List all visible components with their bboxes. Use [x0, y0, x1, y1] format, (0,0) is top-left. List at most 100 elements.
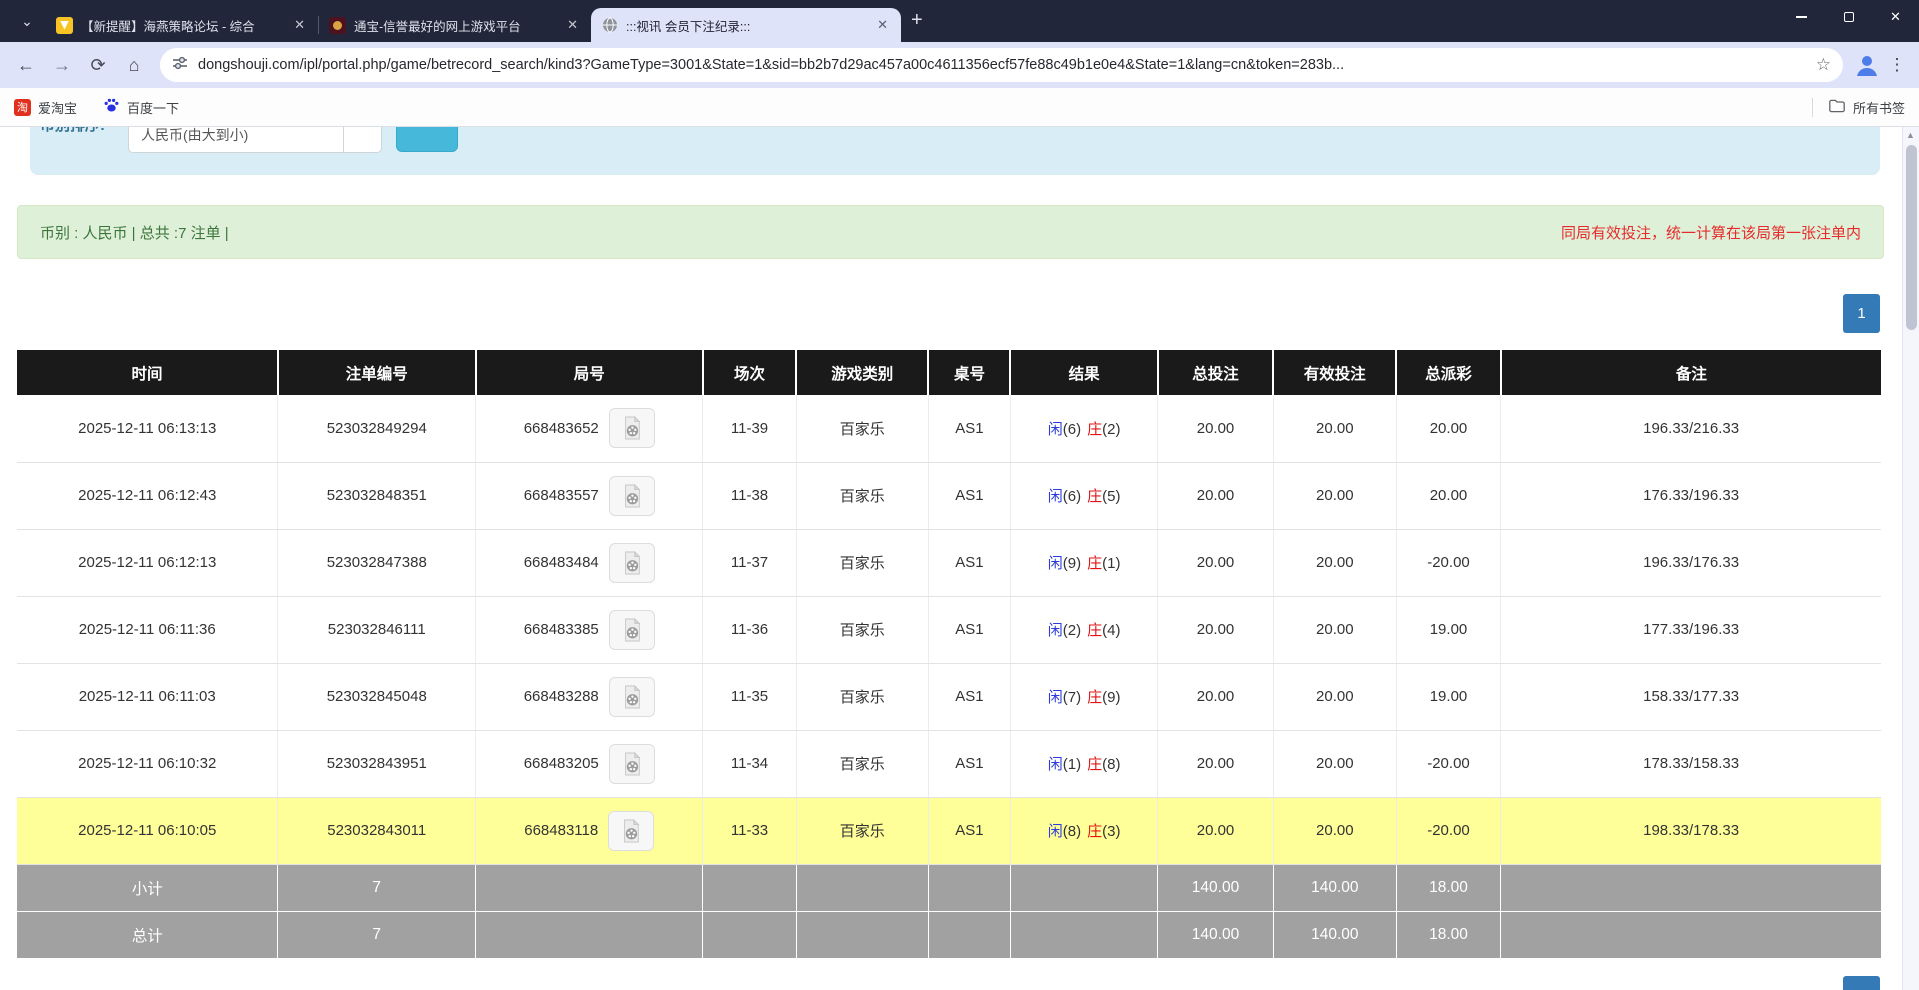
address-bar[interactable]: dongshouji.com/ipl/portal.php/game/betre… — [160, 48, 1843, 82]
banker-label: 庄 — [1087, 756, 1102, 773]
cell-note: 196.33/216.33 — [1501, 395, 1881, 462]
folder-icon — [1829, 99, 1845, 116]
cell-payout: 20.00 — [1396, 395, 1500, 462]
home-button[interactable]: ⌂ — [118, 49, 150, 81]
back-button[interactable]: ← — [10, 49, 42, 81]
table-row: 2025-12-11 06:12:43 523032848351 6684835… — [17, 462, 1881, 529]
cell-result: 闲(7)庄(9) — [1010, 663, 1157, 730]
player-score: (6) — [1063, 421, 1081, 438]
reload-button[interactable]: ⟳ — [82, 49, 114, 81]
browser-tab-3-active[interactable]: :::视讯 会员下注纪录::: ✕ — [591, 8, 901, 42]
browser-menu-icon[interactable]: ⋮ — [1885, 55, 1909, 75]
banker-score: (1) — [1102, 555, 1120, 572]
player-score: (1) — [1063, 756, 1081, 773]
bookmark-baidu[interactable]: 百度一下 — [103, 97, 179, 117]
banker-label: 庄 — [1087, 823, 1102, 840]
cell-table-no: AS1 — [928, 663, 1010, 730]
cell-result: 闲(1)庄(8) — [1010, 730, 1157, 797]
bookmark-taobao[interactable]: 淘 爱淘宝 — [14, 98, 77, 117]
player-score: (2) — [1063, 622, 1081, 639]
cell-payout: -20.00 — [1396, 730, 1500, 797]
cell-session: 11-37 — [703, 529, 796, 596]
cell-note: 178.33/158.33 — [1501, 730, 1881, 797]
browser-tab-2[interactable]: 通宝-信誉最好的网上游戏平台 ✕ — [319, 8, 591, 42]
search-button[interactable] — [396, 127, 458, 152]
cell-bet-id: 523032847388 — [278, 529, 476, 596]
video-record-button[interactable] — [609, 408, 655, 448]
cell-round: 668483385 — [476, 596, 703, 663]
cell-valid-bet: 20.00 — [1273, 529, 1396, 596]
new-tab-button[interactable]: + — [911, 9, 923, 32]
cell-table-no: AS1 — [928, 596, 1010, 663]
url-text[interactable]: dongshouji.com/ipl/portal.php/game/betre… — [198, 57, 1806, 73]
cell-note: 196.33/176.33 — [1501, 529, 1881, 596]
table-footer: 小计 7 140.00 140.00 18.00 总计 7 140.00 140… — [17, 864, 1881, 958]
table-row: 2025-12-11 06:11:03 523032845048 6684832… — [17, 663, 1881, 730]
player-label: 闲 — [1048, 689, 1063, 706]
cell-payout: -20.00 — [1396, 529, 1500, 596]
table-row: 2025-12-11 06:13:13 523032849294 6684836… — [17, 395, 1881, 462]
site-info-icon[interactable] — [172, 55, 188, 76]
video-record-button[interactable] — [609, 610, 655, 650]
all-bookmarks-label: 所有书签 — [1853, 98, 1905, 117]
cell-time: 2025-12-11 06:12:43 — [17, 462, 278, 529]
sort-select[interactable]: 人民币(由大到小) — [128, 127, 344, 153]
banker-score: (4) — [1102, 622, 1120, 639]
banker-label: 庄 — [1087, 488, 1102, 505]
cell-game-type: 百家乐 — [796, 797, 928, 864]
cell-total-bet: 20.00 — [1158, 663, 1274, 730]
profile-avatar[interactable] — [1853, 51, 1881, 79]
sort-select-arrow[interactable] — [344, 127, 382, 153]
banker-score: (9) — [1102, 689, 1120, 706]
cell-note: 198.33/178.33 — [1501, 797, 1881, 864]
video-record-button[interactable] — [609, 543, 655, 583]
summary-total-bet: 140.00 — [1158, 864, 1274, 911]
video-record-button[interactable] — [608, 811, 654, 851]
tab-close-icon[interactable]: ✕ — [291, 17, 308, 33]
column-header-3: 场次 — [703, 350, 796, 395]
banker-score: (2) — [1102, 421, 1120, 438]
summary-bar: 币别 : 人民币 | 总共 :7 注单 | 同局有效投注，统一计算在该局第一张注… — [17, 205, 1884, 259]
forward-button[interactable]: → — [46, 49, 78, 81]
browser-tab-1[interactable]: 【新提醒】海燕策略论坛 - 综合 ✕ — [46, 8, 318, 42]
video-record-button[interactable] — [609, 476, 655, 516]
cell-note: 177.33/196.33 — [1501, 596, 1881, 663]
scroll-up-arrow-icon[interactable]: ▲ — [1906, 130, 1915, 140]
cell-valid-bet: 20.00 — [1273, 663, 1396, 730]
baidu-paw-icon — [103, 97, 120, 117]
bookmark-star-icon[interactable]: ☆ — [1816, 55, 1831, 75]
column-header-8: 有效投注 — [1273, 350, 1396, 395]
minimize-button[interactable] — [1778, 0, 1825, 34]
cell-time: 2025-12-11 06:11:36 — [17, 596, 278, 663]
table-summary-row: 小计 7 140.00 140.00 18.00 — [17, 864, 1881, 911]
cell-valid-bet: 20.00 — [1273, 395, 1396, 462]
page-scrollbar[interactable]: ▲ — [1902, 127, 1919, 990]
tab-close-icon[interactable]: ✕ — [564, 17, 581, 33]
round-number: 668483288 — [524, 688, 599, 705]
close-window-button[interactable]: ✕ — [1872, 0, 1919, 34]
cell-total-bet: 20.00 — [1158, 529, 1274, 596]
cell-time: 2025-12-11 06:10:05 — [17, 797, 278, 864]
banker-score: (8) — [1102, 756, 1120, 773]
column-header-1: 注单编号 — [278, 350, 476, 395]
tab-search-chevron-icon[interactable]: ⌄ — [12, 6, 42, 36]
pagination-page-1[interactable]: 1 — [1843, 294, 1880, 333]
player-score: (7) — [1063, 689, 1081, 706]
pagination-bottom-clipped[interactable] — [1843, 976, 1880, 990]
all-bookmarks-button[interactable]: 所有书签 — [1812, 98, 1905, 117]
cell-total-bet: 20.00 — [1158, 596, 1274, 663]
cell-payout: 19.00 — [1396, 596, 1500, 663]
tab-close-icon[interactable]: ✕ — [874, 17, 891, 33]
column-header-7: 总投注 — [1158, 350, 1274, 395]
player-label: 闲 — [1048, 823, 1063, 840]
video-record-button[interactable] — [609, 677, 655, 717]
cell-note: 176.33/196.33 — [1501, 462, 1881, 529]
video-record-button[interactable] — [609, 744, 655, 784]
cell-round: 668483205 — [476, 730, 703, 797]
cell-game-type: 百家乐 — [796, 529, 928, 596]
globe-favicon-icon — [601, 17, 618, 34]
scrollbar-thumb[interactable] — [1906, 145, 1917, 330]
tab-title: :::视讯 会员下注纪录::: — [626, 16, 866, 35]
maximize-button[interactable] — [1825, 0, 1872, 34]
cell-table-no: AS1 — [928, 730, 1010, 797]
